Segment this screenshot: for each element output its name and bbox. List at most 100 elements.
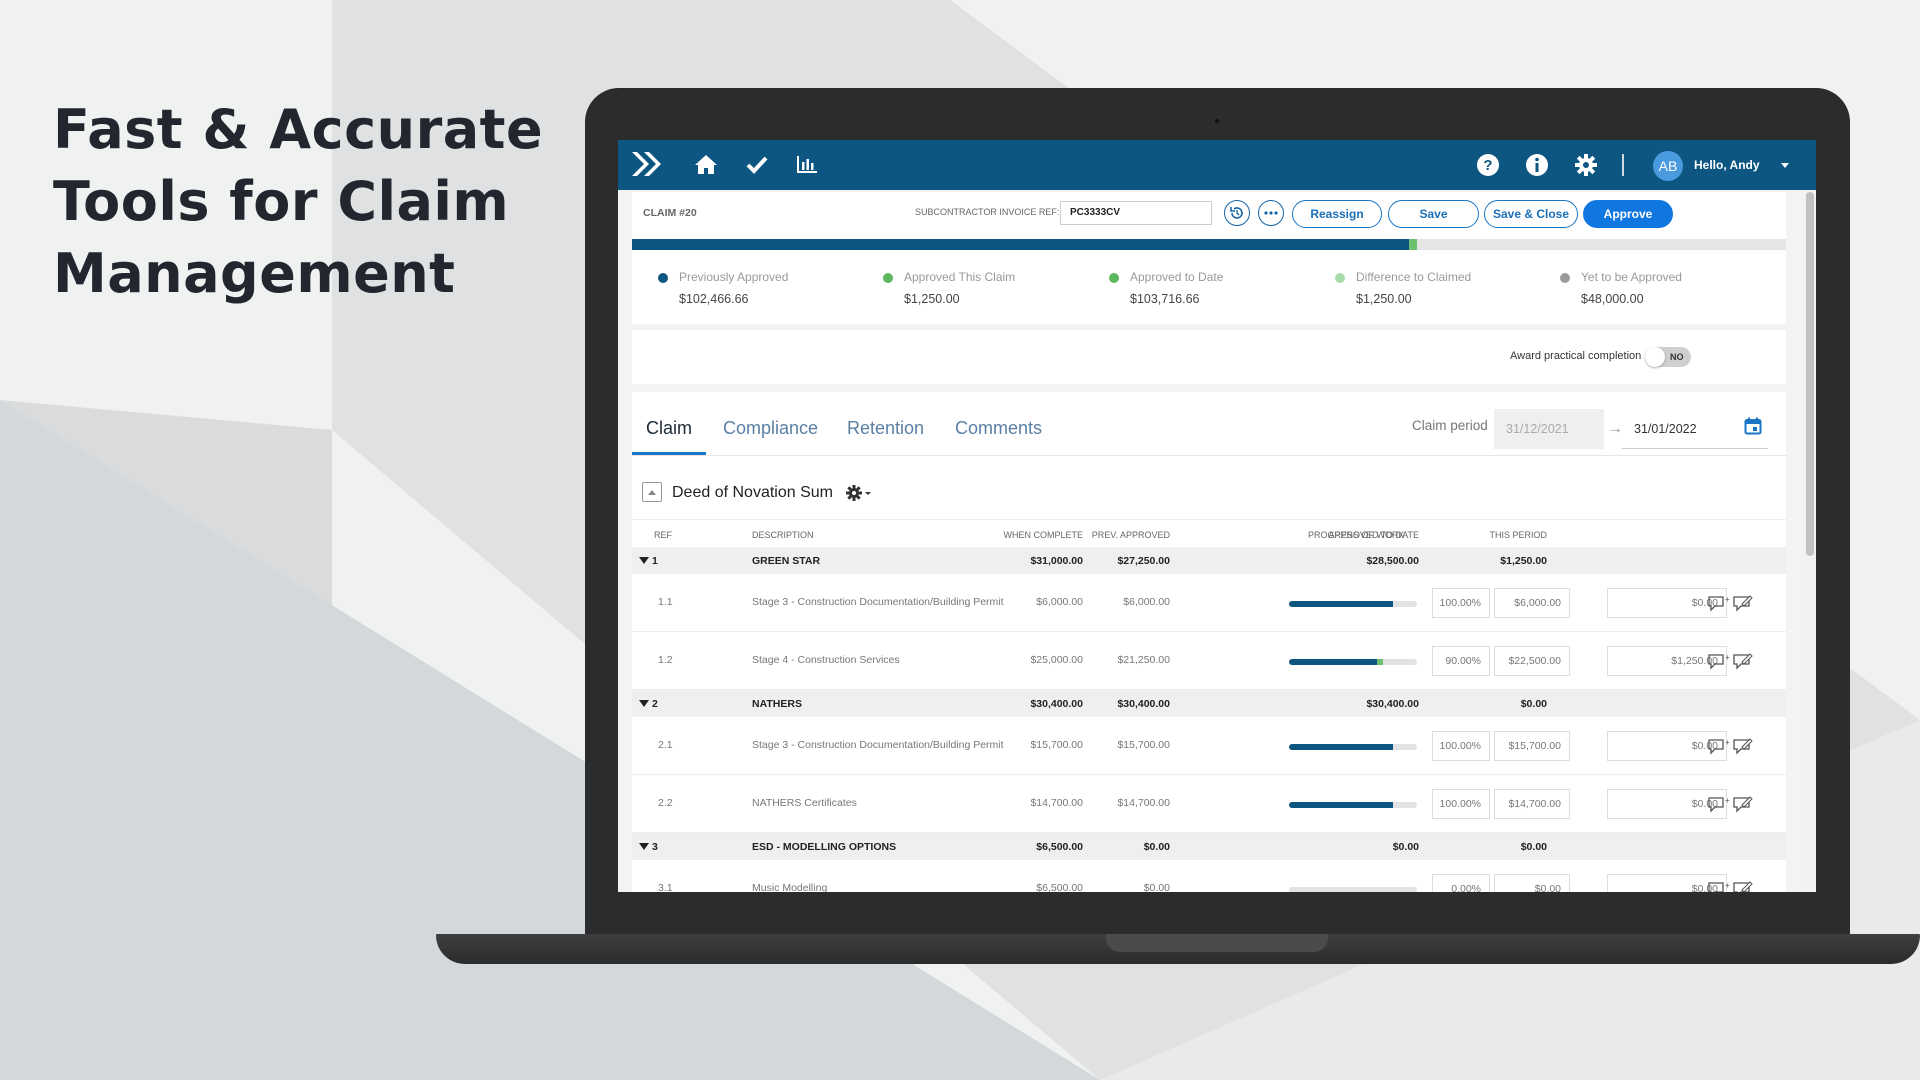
help-icon[interactable]: ? xyxy=(1476,153,1500,177)
comment-icons[interactable]: + xyxy=(1707,737,1753,757)
approve-button[interactable]: Approve xyxy=(1583,200,1673,228)
row-approved-to-date: $30,400.00 xyxy=(1366,698,1419,710)
percent-input[interactable]: 0.00% xyxy=(1432,874,1490,892)
logo-chevrons-icon[interactable] xyxy=(630,149,664,179)
group-row[interactable]: 1 GREEN STAR $31,000.00 $27,250.00 $28,5… xyxy=(632,547,1786,574)
row-description: NATHERS Certificates xyxy=(752,797,857,809)
tab-claim[interactable]: Claim xyxy=(646,418,692,439)
info-icon[interactable] xyxy=(1525,153,1549,177)
row-this-period: $1,250.00 xyxy=(1500,555,1547,567)
approved-to-date-input[interactable]: $6,000.00 xyxy=(1494,588,1570,618)
percent-input[interactable]: 90.00% xyxy=(1432,646,1490,676)
comment-icons[interactable]: + xyxy=(1707,880,1753,892)
gear-icon xyxy=(846,485,871,501)
row-ref: 1.2 xyxy=(658,654,673,666)
row-when-complete: $30,400.00 xyxy=(1030,698,1083,710)
col-description: DESCRIPTION xyxy=(752,530,814,540)
row-this-period: $0.00 xyxy=(1520,698,1547,710)
save-close-button[interactable]: Save & Close xyxy=(1484,200,1578,228)
check-icon[interactable] xyxy=(746,154,768,174)
caret-down-icon[interactable] xyxy=(639,700,649,707)
approved-to-date-input[interactable]: $22,500.00 xyxy=(1494,646,1570,676)
percent-input[interactable]: 100.00% xyxy=(1432,731,1490,761)
tab-retention[interactable]: Retention xyxy=(847,418,924,439)
award-completion-toggle[interactable]: NO xyxy=(1645,347,1691,367)
reassign-button[interactable]: Reassign xyxy=(1292,200,1382,228)
history-button[interactable] xyxy=(1224,200,1250,226)
claim-tab-panel: Claim Compliance Retention Comments Clai… xyxy=(632,392,1786,892)
headline: Fast & Accurate Tools for Claim Manageme… xyxy=(53,94,543,310)
approved-to-date-input[interactable]: $14,700.00 xyxy=(1494,789,1570,819)
stat-value: $102,466.66 xyxy=(679,292,749,306)
comment-icons[interactable]: + xyxy=(1707,795,1753,815)
tab-comments[interactable]: Comments xyxy=(955,418,1042,439)
svg-text:+: + xyxy=(1725,595,1730,604)
save-button[interactable]: Save xyxy=(1388,200,1479,228)
table-row[interactable]: 3.1 Music Modelling $6,500.00 $0.00 0.00… xyxy=(632,860,1786,892)
status-dot xyxy=(883,273,893,283)
approved-to-date-input[interactable]: $15,700.00 xyxy=(1494,731,1570,761)
percent-input[interactable]: 100.00% xyxy=(1432,789,1490,819)
headline-line-2: Tools for Claim xyxy=(53,170,510,233)
scrollbar-thumb[interactable] xyxy=(1806,192,1814,556)
row-prev-approved: $21,250.00 xyxy=(1117,654,1170,666)
tab-compliance[interactable]: Compliance xyxy=(723,418,818,439)
home-icon[interactable] xyxy=(694,153,718,175)
stat-value: $1,250.00 xyxy=(904,292,960,306)
row-description: Stage 3 - Construction Documentation/Bui… xyxy=(752,739,1004,751)
approved-to-date-input[interactable]: $0.00 xyxy=(1494,874,1570,892)
progress-fill xyxy=(1289,802,1393,808)
more-options-button[interactable] xyxy=(1258,200,1284,226)
section-settings-dropdown[interactable] xyxy=(846,484,872,507)
row-ref: 1.1 xyxy=(658,596,673,608)
status-dot xyxy=(1560,273,1570,283)
group-row[interactable]: 3 ESD - MODELLING OPTIONS $6,500.00 $0.0… xyxy=(632,833,1786,860)
chart-icon[interactable] xyxy=(796,154,818,174)
subcontractor-ref-input[interactable]: PC3333CV xyxy=(1060,201,1212,225)
subcontractor-ref-label: SUBCONTRACTOR INVOICE REF: xyxy=(915,207,1060,217)
row-ref: 2.1 xyxy=(658,739,673,751)
svg-text:+: + xyxy=(1725,653,1730,662)
progress-fill xyxy=(1289,744,1393,750)
row-when-complete: $6,500.00 xyxy=(1036,882,1083,892)
claim-period-label: Claim period xyxy=(1412,418,1488,433)
comment-icons[interactable]: + xyxy=(1707,594,1753,614)
row-prev-approved: $30,400.00 xyxy=(1117,698,1170,710)
collapse-section-button[interactable] xyxy=(642,482,662,502)
row-description: GREEN STAR xyxy=(752,555,821,567)
table-row[interactable]: 2.1 Stage 3 - Construction Documentation… xyxy=(632,717,1786,775)
progress-fill xyxy=(1289,659,1378,665)
headline-line-3: Management xyxy=(53,242,456,305)
stat-value: $1,250.00 xyxy=(1356,292,1412,306)
percent-input[interactable]: 100.00% xyxy=(1432,588,1490,618)
avatar[interactable]: AB xyxy=(1653,151,1683,181)
section-title: Deed of Novation Sum xyxy=(672,484,833,501)
row-prev-approved: $27,250.00 xyxy=(1117,555,1170,567)
caret-down-icon[interactable] xyxy=(1780,161,1790,169)
row-approved-to-date: $28,500.00 xyxy=(1366,555,1419,567)
table-row[interactable]: 1.2 Stage 4 - Construction Services $25,… xyxy=(632,632,1786,690)
gear-icon[interactable] xyxy=(1574,153,1598,177)
user-greeting[interactable]: Hello, Andy xyxy=(1694,158,1760,172)
table-row[interactable]: 2.2 NATHERS Certificates $14,700.00 $14,… xyxy=(632,775,1786,833)
claim-period-from: 31/12/2021 xyxy=(1494,409,1604,449)
group-row[interactable]: 2 NATHERS $30,400.00 $30,400.00 $30,400.… xyxy=(632,690,1786,717)
row-description: NATHERS xyxy=(752,698,802,710)
row-prev-approved: $0.00 xyxy=(1143,841,1170,853)
row-ref: 3.1 xyxy=(658,882,673,892)
app-screen: ? AB Hello, Andy CLAIM #20 SUBCONTRACTOR… xyxy=(618,140,1816,892)
status-dot xyxy=(1109,273,1119,283)
row-when-complete: $6,000.00 xyxy=(1036,596,1083,608)
row-ref: 1 xyxy=(652,555,658,567)
caret-down-icon[interactable] xyxy=(639,843,649,850)
calendar-icon[interactable] xyxy=(1744,417,1762,440)
table-row[interactable]: 1.1 Stage 3 - Construction Documentation… xyxy=(632,574,1786,632)
more-dots-icon xyxy=(1264,211,1278,215)
row-when-complete: $6,500.00 xyxy=(1036,841,1083,853)
comment-icons[interactable]: + xyxy=(1707,652,1753,672)
claim-header-bar: CLAIM #20 SUBCONTRACTOR INVOICE REF: PC3… xyxy=(632,192,1786,239)
row-description: ESD - MODELLING OPTIONS xyxy=(752,841,897,853)
stat-value: $48,000.00 xyxy=(1581,292,1644,306)
history-icon xyxy=(1230,207,1243,219)
caret-down-icon[interactable] xyxy=(639,557,649,564)
